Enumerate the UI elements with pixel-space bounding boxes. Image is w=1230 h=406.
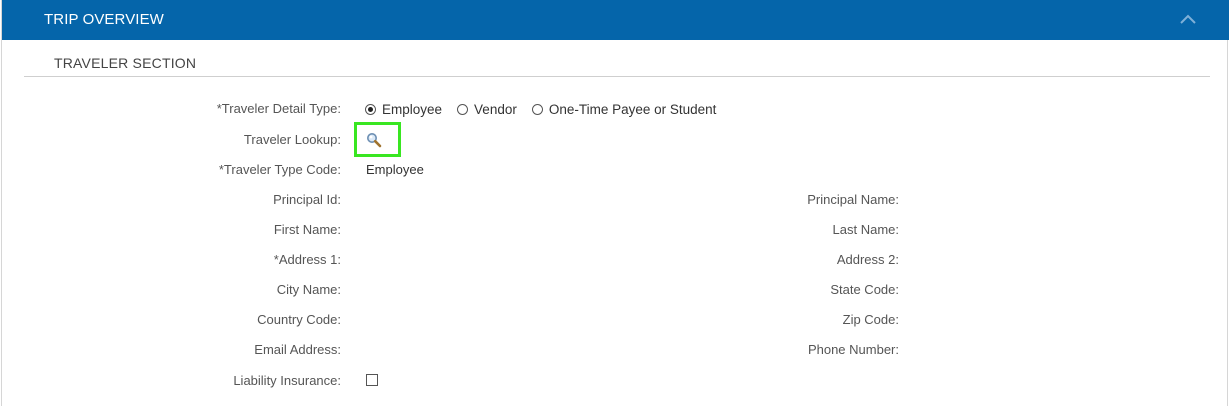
chevron-up-icon[interactable] [1179, 12, 1197, 26]
radio-vendor[interactable]: Vendor [457, 102, 517, 117]
radio-one-time-payee-circle[interactable] [531, 103, 543, 115]
traveler-type-code-label: *Traveler Type Code: [218, 162, 341, 177]
traveler-lookup-button[interactable] [354, 122, 401, 157]
traveler-detail-type-label: *Traveler Detail Type: [216, 101, 341, 116]
state-code-label: State Code: [830, 282, 899, 297]
last-name-label: Last Name: [832, 222, 899, 237]
address2-label: Address 2: [836, 252, 899, 267]
section-divider [24, 76, 1210, 77]
trip-overview-header[interactable]: TRIP OVERVIEW [2, 0, 1229, 40]
radio-employee-label[interactable]: Employee [382, 102, 442, 117]
principal-name-label: Principal Name: [807, 192, 899, 207]
radio-vendor-label[interactable]: Vendor [474, 102, 517, 117]
liability-insurance-checkbox[interactable] [366, 374, 378, 386]
address1-label: *Address 1: [273, 252, 341, 267]
first-name-label: First Name: [273, 222, 341, 237]
radio-one-time-payee[interactable]: One-Time Payee or Student [531, 102, 717, 117]
liability-insurance-label: Liability Insurance: [233, 373, 341, 388]
trip-overview-panel: TRIP OVERVIEW TRAVELER SECTION *Traveler… [1, 0, 1229, 406]
city-name-label: City Name: [276, 282, 341, 297]
radio-vendor-circle[interactable] [457, 103, 469, 115]
radio-one-time-payee-label[interactable]: One-Time Payee or Student [549, 102, 717, 117]
zip-code-label: Zip Code: [842, 312, 899, 327]
email-address-label: Email Address: [254, 342, 341, 357]
radio-employee-circle[interactable] [365, 103, 376, 115]
traveler-lookup-label: Traveler Lookup: [243, 132, 341, 147]
country-code-label: Country Code: [257, 312, 341, 327]
header-title: TRIP OVERVIEW [44, 11, 164, 28]
traveler-type-code-value: Employee [366, 162, 424, 177]
magnifier-icon[interactable] [366, 132, 382, 148]
principal-id-label: Principal Id: [273, 192, 341, 207]
section-title: TRAVELER SECTION [54, 55, 197, 71]
traveler-detail-type-radio-group: Employee Vendor One-Time Payee or Studen… [365, 100, 731, 118]
radio-employee[interactable]: Employee [365, 102, 442, 117]
phone-number-label: Phone Number: [807, 342, 899, 357]
